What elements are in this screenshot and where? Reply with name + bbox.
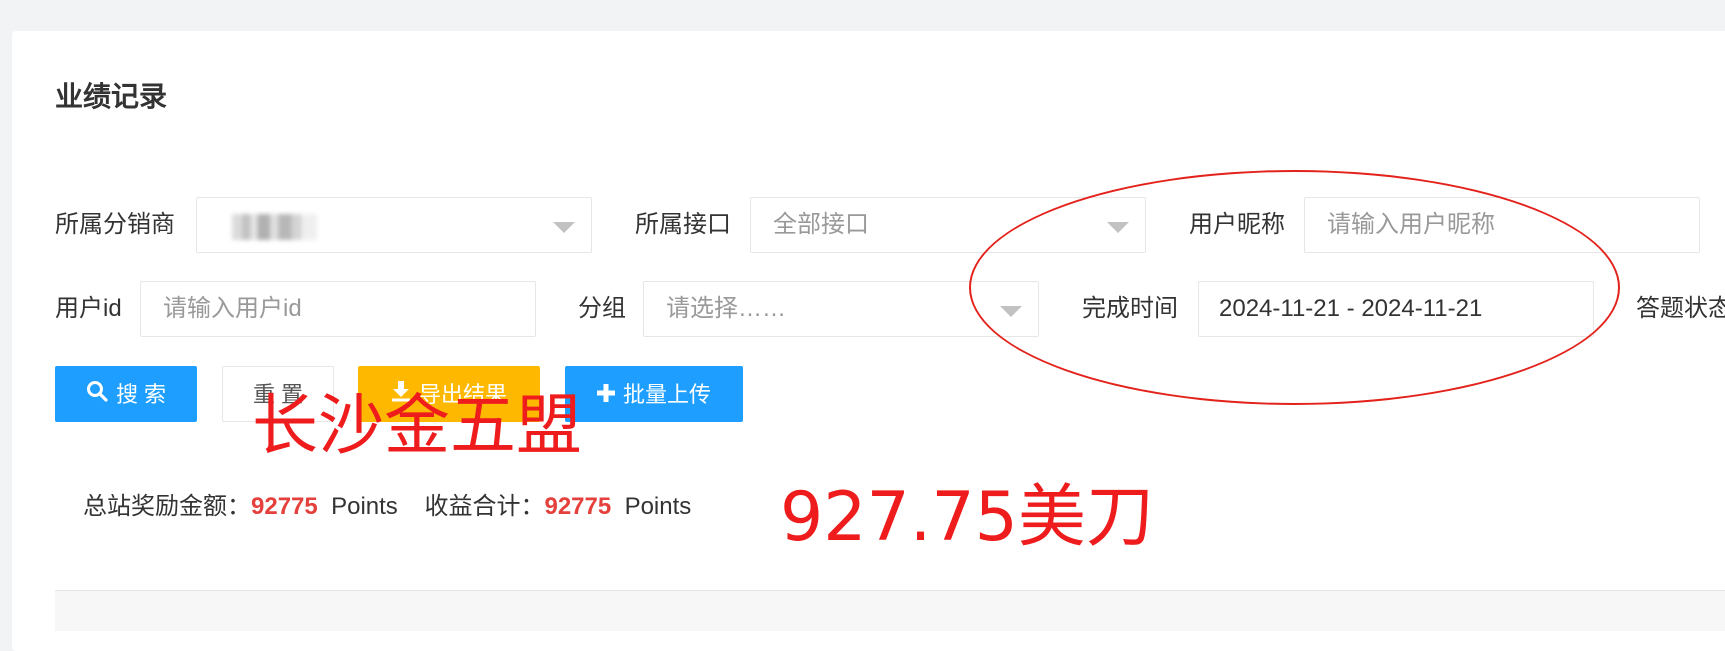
income-value: 92775 [544, 493, 612, 520]
chevron-down-icon [553, 222, 575, 233]
annotation-ellipse [969, 170, 1620, 405]
user-id-label: 用户id [55, 295, 122, 322]
annotation-text-amount: 927.75美刀 [780, 478, 1154, 557]
income-unit: Points [624, 493, 692, 520]
table-header [55, 590, 1725, 631]
income-label: 收益合计： [424, 493, 545, 520]
search-button-label: 搜 索 [115, 382, 167, 408]
group-label: 分组 [578, 295, 626, 322]
interface-label: 所属接口 [635, 211, 731, 238]
batch-upload-button-label: 批量上传 [622, 382, 711, 408]
search-icon [86, 367, 108, 423]
distributor-select[interactable] [196, 197, 592, 253]
search-button[interactable]: 搜 索 [55, 366, 197, 422]
reward-value: 92775 [251, 493, 318, 520]
reward-label: 总站奖励金额： [83, 493, 251, 520]
interface-value: 全部接口 [773, 211, 869, 238]
user-id-placeholder: 请输入用户id [163, 295, 302, 322]
plus-icon [596, 367, 615, 423]
group-placeholder: 请选择…… [666, 295, 786, 322]
answer-status-label: 答题状态 [1636, 295, 1725, 322]
reward-unit: Points [331, 493, 398, 520]
batch-upload-button[interactable]: 批量上传 [565, 366, 743, 422]
annotation-text-company: 长沙金五盟 [252, 387, 582, 464]
redacted-value [232, 214, 317, 240]
summary-bar: 总站奖励金额：92775 Points 收益合计：92775 Points [83, 492, 691, 522]
distributor-label: 所属分销商 [55, 211, 175, 238]
page-title: 业绩记录 [55, 81, 168, 112]
user-id-input[interactable]: 请输入用户id [140, 281, 536, 337]
